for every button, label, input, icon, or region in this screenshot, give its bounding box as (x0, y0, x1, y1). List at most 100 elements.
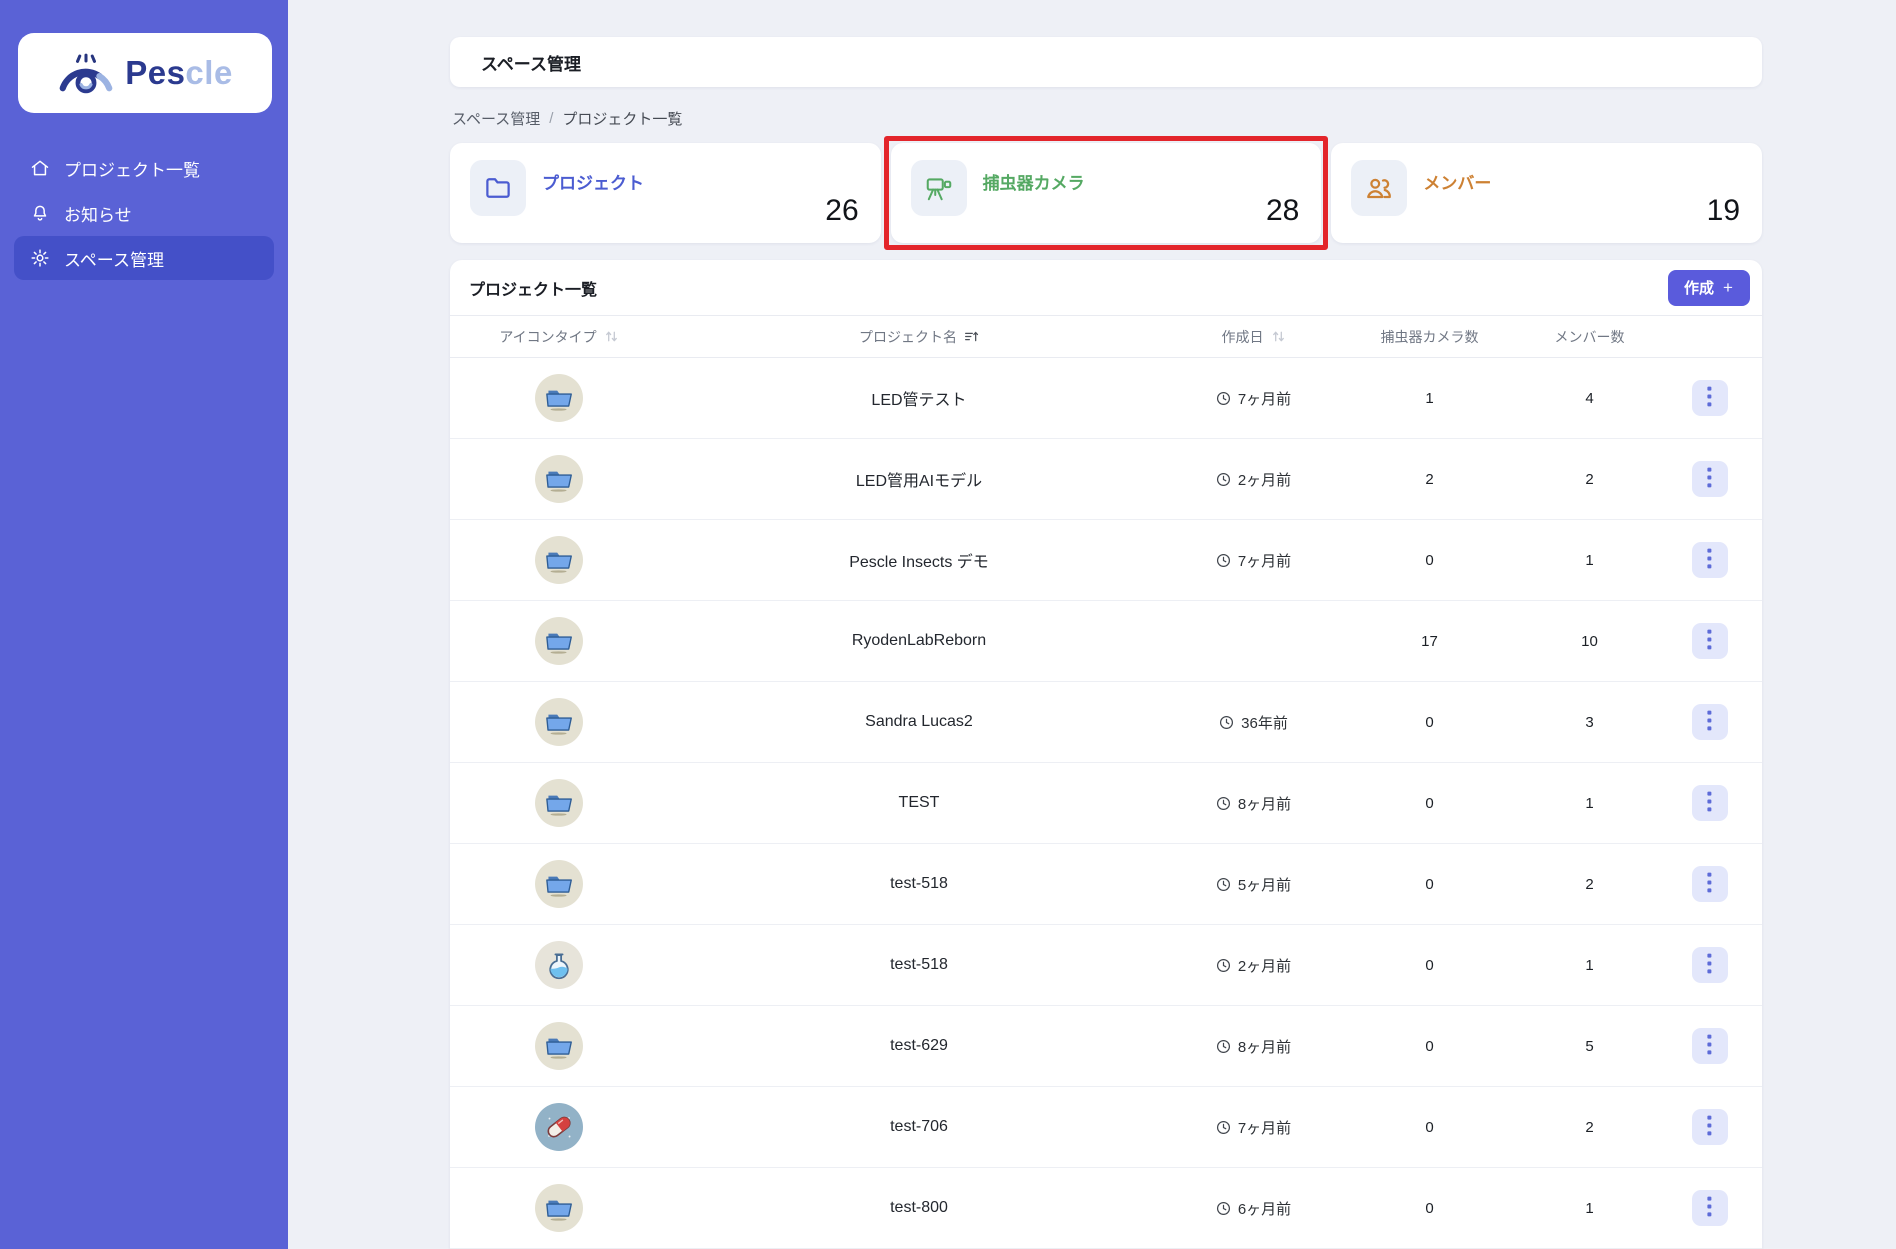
column-header-created-date[interactable]: 作成日 (1170, 327, 1337, 347)
project-table-card: プロジェクト一覧 作成 + アイコンタイプ プロジェクト名 作成日 捕虫器カメラ… (450, 260, 1762, 1249)
row-menu-button[interactable] (1691, 866, 1728, 902)
camera-count: 0 (1425, 1118, 1434, 1136)
project-name: test-706 (890, 1118, 948, 1135)
sidebar-nav: プロジェクト一覧 お知らせ スペース管理 (14, 146, 274, 280)
table-row: Pescle Insects デモ 7ヶ月前 0 1 (450, 520, 1762, 601)
stat-label: メンバー (1423, 174, 1492, 193)
table-row: test-800 6ヶ月前 0 1 (450, 1168, 1762, 1249)
members-icon (1351, 160, 1408, 216)
sidebar: Pescle プロジェクト一覧 お知らせ スペース管理 (0, 0, 288, 1249)
member-count: 5 (1585, 1037, 1594, 1055)
project-name: RyodenLabReborn (851, 632, 987, 649)
table-row: test-518 2ヶ月前 0 1 (450, 925, 1762, 1006)
sidebar-item-notifications[interactable]: お知らせ (14, 191, 274, 235)
created-date: 2ヶ月前 (1170, 469, 1337, 490)
create-button[interactable]: 作成 + (1668, 269, 1750, 306)
created-date-text: 8ヶ月前 (1237, 1038, 1292, 1056)
sidebar-item-projects[interactable]: プロジェクト一覧 (14, 146, 274, 190)
plus-icon: + (1723, 277, 1733, 297)
camera-count: 0 (1425, 794, 1434, 812)
member-count: 1 (1585, 1199, 1594, 1217)
table-header: アイコンタイプ プロジェクト名 作成日 捕虫器カメラ数 メンバー数 (450, 315, 1762, 358)
sidebar-item-label: スペース管理 (64, 250, 164, 270)
member-count: 1 (1585, 794, 1594, 812)
created-date-text: 2ヶ月前 (1237, 957, 1292, 975)
created-date: 8ヶ月前 (1170, 793, 1337, 814)
member-count: 2 (1585, 875, 1594, 893)
project-type-icon (535, 1103, 583, 1151)
create-button-label: 作成 (1684, 280, 1715, 297)
table-row: Sandra Lucas2 36年前 0 3 (450, 682, 1762, 763)
clock-icon (1219, 715, 1234, 730)
row-menu-button[interactable] (1691, 1190, 1728, 1226)
project-name: test-629 (890, 1037, 948, 1054)
sort-ascending-icon[interactable] (964, 329, 979, 344)
breadcrumb-separator: / (549, 110, 554, 127)
table-title: プロジェクト一覧 (469, 281, 598, 299)
project-type-icon (535, 779, 583, 827)
project-name: LED管テスト (871, 392, 967, 409)
created-date-text: 36年前 (1241, 714, 1288, 732)
breadcrumb-item[interactable]: スペース管理 (452, 108, 540, 129)
camera-count: 0 (1425, 1199, 1434, 1217)
row-menu-button[interactable] (1691, 542, 1728, 578)
kebab-menu-icon (1706, 467, 1713, 491)
created-date-text: 6ヶ月前 (1237, 1200, 1292, 1218)
row-menu-button[interactable] (1691, 623, 1728, 659)
breadcrumb-item-current: プロジェクト一覧 (562, 111, 683, 128)
table-row: test-629 8ヶ月前 0 5 (450, 1006, 1762, 1087)
sidebar-item-label: お知らせ (64, 205, 132, 225)
stat-card-members[interactable]: メンバー 19 (1331, 143, 1763, 243)
row-menu-button[interactable] (1691, 1028, 1728, 1064)
sort-updown-icon[interactable] (604, 329, 619, 344)
bell-icon (29, 202, 51, 224)
row-menu-button[interactable] (1691, 1109, 1728, 1145)
column-header-project-name[interactable]: プロジェクト名 (668, 327, 1170, 347)
table-row: RyodenLabReborn 17 10 (450, 601, 1762, 682)
project-type-icon (535, 698, 583, 746)
stat-value: 26 (825, 194, 859, 227)
column-header-camera-count: 捕虫器カメラ数 (1380, 328, 1479, 345)
home-icon (29, 157, 51, 179)
column-header-icon-type[interactable]: アイコンタイプ (450, 327, 668, 347)
created-date: 36年前 (1170, 712, 1337, 733)
table-row: LED管テスト 7ヶ月前 1 4 (450, 358, 1762, 439)
project-name: LED管用AIモデル (855, 473, 983, 490)
row-menu-button[interactable] (1691, 785, 1728, 821)
project-type-icon (535, 1022, 583, 1070)
camera-count: 0 (1425, 551, 1434, 569)
kebab-menu-icon (1706, 386, 1713, 410)
clock-icon (1216, 1120, 1231, 1135)
camera-count: 0 (1425, 875, 1434, 893)
clock-icon (1216, 877, 1231, 892)
row-menu-button[interactable] (1691, 461, 1728, 497)
project-type-icon (535, 860, 583, 908)
clock-icon (1216, 391, 1231, 406)
stat-label: 捕虫器カメラ (982, 174, 1085, 193)
sidebar-item-space-management[interactable]: スペース管理 (14, 236, 274, 280)
kebab-menu-icon (1706, 1115, 1713, 1139)
table-row: test-518 5ヶ月前 0 2 (450, 844, 1762, 925)
stat-card-trap-cameras[interactable]: 捕虫器カメラ 28 (883, 136, 1329, 250)
created-date-text: 7ヶ月前 (1237, 1119, 1292, 1137)
clock-icon (1216, 796, 1231, 811)
kebab-menu-icon (1706, 548, 1713, 572)
logo[interactable]: Pescle (18, 33, 272, 113)
main-content: スペース管理 スペース管理 / プロジェクト一覧 プロジェクト 26 捕虫器カメ… (450, 0, 1763, 1249)
sort-updown-icon[interactable] (1271, 329, 1286, 344)
table-body: LED管テスト 7ヶ月前 1 4 LED管用AIモデル 2ヶ月前 2 2 Pes… (450, 358, 1762, 1249)
row-menu-button[interactable] (1691, 380, 1728, 416)
brand-name-primary: Pes (125, 54, 186, 91)
brand-name: Pescle (125, 54, 233, 92)
project-type-icon (535, 536, 583, 584)
breadcrumb: スペース管理 / プロジェクト一覧 (450, 108, 1762, 129)
created-date-text: 7ヶ月前 (1237, 552, 1292, 570)
kebab-menu-icon (1706, 1034, 1713, 1058)
page-title: スペース管理 (481, 54, 581, 74)
stat-card-projects[interactable]: プロジェクト 26 (450, 143, 881, 243)
row-menu-button[interactable] (1691, 704, 1728, 740)
row-menu-button[interactable] (1691, 947, 1728, 983)
project-name: Sandra Lucas2 (865, 713, 973, 730)
stat-label: プロジェクト (542, 174, 644, 193)
stat-value: 19 (1706, 194, 1741, 227)
